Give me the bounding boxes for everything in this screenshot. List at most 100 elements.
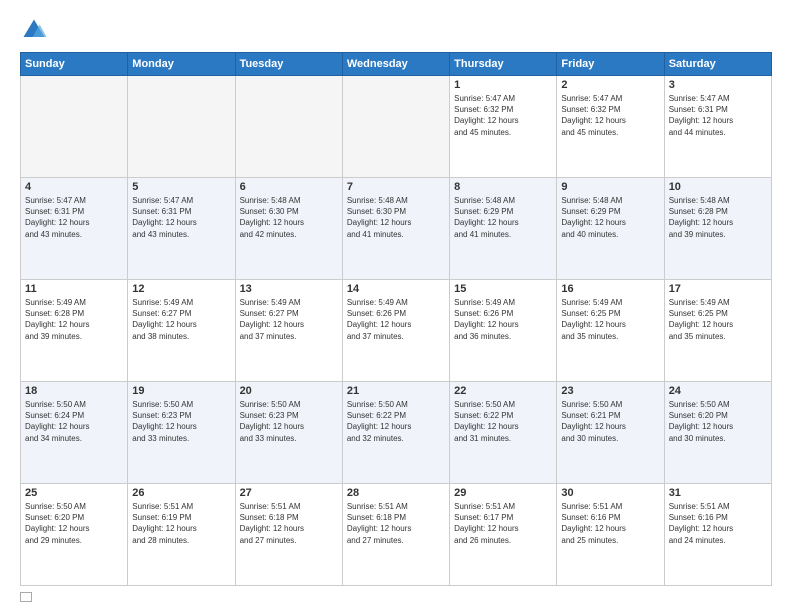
day-info: Sunrise: 5:47 AM Sunset: 6:32 PM Dayligh… [561,93,659,138]
day-info: Sunrise: 5:51 AM Sunset: 6:16 PM Dayligh… [669,501,767,546]
day-info: Sunrise: 5:50 AM Sunset: 6:23 PM Dayligh… [240,399,338,444]
calendar-header-row: SundayMondayTuesdayWednesdayThursdayFrid… [21,53,772,76]
calendar-day-cell: 11Sunrise: 5:49 AM Sunset: 6:28 PM Dayli… [21,280,128,382]
day-info: Sunrise: 5:48 AM Sunset: 6:29 PM Dayligh… [561,195,659,240]
logo [20,16,52,44]
day-info: Sunrise: 5:49 AM Sunset: 6:28 PM Dayligh… [25,297,123,342]
calendar-day-cell: 25 Sunrise: 5:50 AM Sunset: 6:20 PM Dayli… [21,484,128,586]
calendar-day-header: Wednesday [342,53,449,76]
calendar-day-cell: 27 Sunrise: 5:51 AM Sunset: 6:18 PM Dayli… [235,484,342,586]
day-number: 28 [347,487,445,499]
day-info: Sunrise: 5:48 AM Sunset: 6:28 PM Dayligh… [669,195,767,240]
calendar-day-cell: 14 Sunrise: 5:49 AM Sunset: 6:26 PM Dayli… [342,280,449,382]
calendar-day-cell: 15 Sunrise: 5:49 AM Sunset: 6:26 PM Dayli… [450,280,557,382]
logo-icon [20,16,48,44]
day-number: 7 [347,181,445,193]
calendar-day-header: Sunday [21,53,128,76]
calendar-day-cell [128,76,235,178]
calendar-day-cell: 17Sunrise: 5:49 AM Sunset: 6:25 PM Dayli… [664,280,771,382]
day-number: 18 [25,385,123,397]
day-info: Sunrise: 5:50 AM Sunset: 6:23 PM Dayligh… [132,399,230,444]
day-info: Sunrise: 5:50 AM Sunset: 6:20 PM Dayligh… [669,399,767,444]
calendar-day-cell: 31 Sunrise: 5:51 AM Sunset: 6:16 PM Dayli… [664,484,771,586]
day-number: 21 [347,385,445,397]
day-number: 6 [240,181,338,193]
day-number: 26 [132,487,230,499]
day-info: Sunrise: 5:47 AM Sunset: 6:31 PM Dayligh… [25,195,123,240]
day-number: 13 [240,283,338,295]
day-number: 12 [132,283,230,295]
day-info: Sunrise: 5:51 AM Sunset: 6:19 PM Dayligh… [132,501,230,546]
day-info: Sunrise: 5:49 AM Sunset: 6:26 PM Dayligh… [454,297,552,342]
calendar-day-cell: 22 Sunrise: 5:50 AM Sunset: 6:22 PM Dayli… [450,382,557,484]
calendar-day-cell: 9Sunrise: 5:48 AM Sunset: 6:29 PM Daylig… [557,178,664,280]
calendar-day-header: Tuesday [235,53,342,76]
calendar-day-cell [21,76,128,178]
calendar-week-row: 18Sunrise: 5:50 AM Sunset: 6:24 PM Dayli… [21,382,772,484]
calendar-day-cell: 16Sunrise: 5:49 AM Sunset: 6:25 PM Dayli… [557,280,664,382]
calendar-day-header: Friday [557,53,664,76]
calendar-day-cell: 24 Sunrise: 5:50 AM Sunset: 6:20 PM Dayli… [664,382,771,484]
day-number: 5 [132,181,230,193]
day-number: 29 [454,487,552,499]
day-info: Sunrise: 5:51 AM Sunset: 6:18 PM Dayligh… [240,501,338,546]
day-number: 14 [347,283,445,295]
day-number: 19 [132,385,230,397]
day-number: 10 [669,181,767,193]
day-info: Sunrise: 5:49 AM Sunset: 6:25 PM Dayligh… [669,297,767,342]
calendar-day-cell: 18Sunrise: 5:50 AM Sunset: 6:24 PM Dayli… [21,382,128,484]
day-number: 3 [669,79,767,91]
calendar-day-cell: 4Sunrise: 5:47 AM Sunset: 6:31 PM Daylig… [21,178,128,280]
calendar-day-cell: 8 Sunrise: 5:48 AM Sunset: 6:29 PM Daylig… [450,178,557,280]
footer [20,592,772,602]
day-info: Sunrise: 5:47 AM Sunset: 6:32 PM Dayligh… [454,93,552,138]
calendar-week-row: 4Sunrise: 5:47 AM Sunset: 6:31 PM Daylig… [21,178,772,280]
day-info: Sunrise: 5:50 AM Sunset: 6:22 PM Dayligh… [347,399,445,444]
calendar-day-cell: 7 Sunrise: 5:48 AM Sunset: 6:30 PM Daylig… [342,178,449,280]
day-info: Sunrise: 5:49 AM Sunset: 6:25 PM Dayligh… [561,297,659,342]
day-info: Sunrise: 5:51 AM Sunset: 6:16 PM Dayligh… [561,501,659,546]
day-info: Sunrise: 5:50 AM Sunset: 6:20 PM Dayligh… [25,501,123,546]
day-info: Sunrise: 5:48 AM Sunset: 6:29 PM Dayligh… [454,195,552,240]
calendar-day-cell: 5 Sunrise: 5:47 AM Sunset: 6:31 PM Daylig… [128,178,235,280]
calendar-day-cell: 10 Sunrise: 5:48 AM Sunset: 6:28 PM Dayli… [664,178,771,280]
day-number: 23 [561,385,659,397]
day-number: 1 [454,79,552,91]
calendar-week-row: 1 Sunrise: 5:47 AM Sunset: 6:32 PM Daylig… [21,76,772,178]
day-info: Sunrise: 5:49 AM Sunset: 6:27 PM Dayligh… [240,297,338,342]
calendar-day-cell: 1 Sunrise: 5:47 AM Sunset: 6:32 PM Daylig… [450,76,557,178]
calendar-day-header: Monday [128,53,235,76]
calendar-day-cell: 30 Sunrise: 5:51 AM Sunset: 6:16 PM Dayli… [557,484,664,586]
day-number: 15 [454,283,552,295]
header [20,16,772,44]
day-number: 20 [240,385,338,397]
day-info: Sunrise: 5:51 AM Sunset: 6:17 PM Dayligh… [454,501,552,546]
day-number: 2 [561,79,659,91]
day-number: 30 [561,487,659,499]
calendar-day-cell: 3 Sunrise: 5:47 AM Sunset: 6:31 PM Daylig… [664,76,771,178]
calendar-day-cell [342,76,449,178]
day-info: Sunrise: 5:51 AM Sunset: 6:18 PM Dayligh… [347,501,445,546]
day-number: 24 [669,385,767,397]
calendar-day-cell: 20 Sunrise: 5:50 AM Sunset: 6:23 PM Dayli… [235,382,342,484]
day-info: Sunrise: 5:48 AM Sunset: 6:30 PM Dayligh… [347,195,445,240]
day-info: Sunrise: 5:50 AM Sunset: 6:21 PM Dayligh… [561,399,659,444]
day-number: 22 [454,385,552,397]
day-number: 31 [669,487,767,499]
calendar-day-cell: 13 Sunrise: 5:49 AM Sunset: 6:27 PM Dayli… [235,280,342,382]
calendar-day-cell: 28 Sunrise: 5:51 AM Sunset: 6:18 PM Dayli… [342,484,449,586]
day-info: Sunrise: 5:49 AM Sunset: 6:26 PM Dayligh… [347,297,445,342]
day-number: 25 [25,487,123,499]
calendar: SundayMondayTuesdayWednesdayThursdayFrid… [20,52,772,586]
calendar-day-cell: 12Sunrise: 5:49 AM Sunset: 6:27 PM Dayli… [128,280,235,382]
day-number: 27 [240,487,338,499]
day-info: Sunrise: 5:47 AM Sunset: 6:31 PM Dayligh… [132,195,230,240]
day-info: Sunrise: 5:47 AM Sunset: 6:31 PM Dayligh… [669,93,767,138]
calendar-day-cell: 6 Sunrise: 5:48 AM Sunset: 6:30 PM Daylig… [235,178,342,280]
day-info: Sunrise: 5:48 AM Sunset: 6:30 PM Dayligh… [240,195,338,240]
calendar-day-cell: 2 Sunrise: 5:47 AM Sunset: 6:32 PM Daylig… [557,76,664,178]
calendar-day-header: Thursday [450,53,557,76]
day-number: 8 [454,181,552,193]
day-info: Sunrise: 5:50 AM Sunset: 6:22 PM Dayligh… [454,399,552,444]
calendar-week-row: 11Sunrise: 5:49 AM Sunset: 6:28 PM Dayli… [21,280,772,382]
